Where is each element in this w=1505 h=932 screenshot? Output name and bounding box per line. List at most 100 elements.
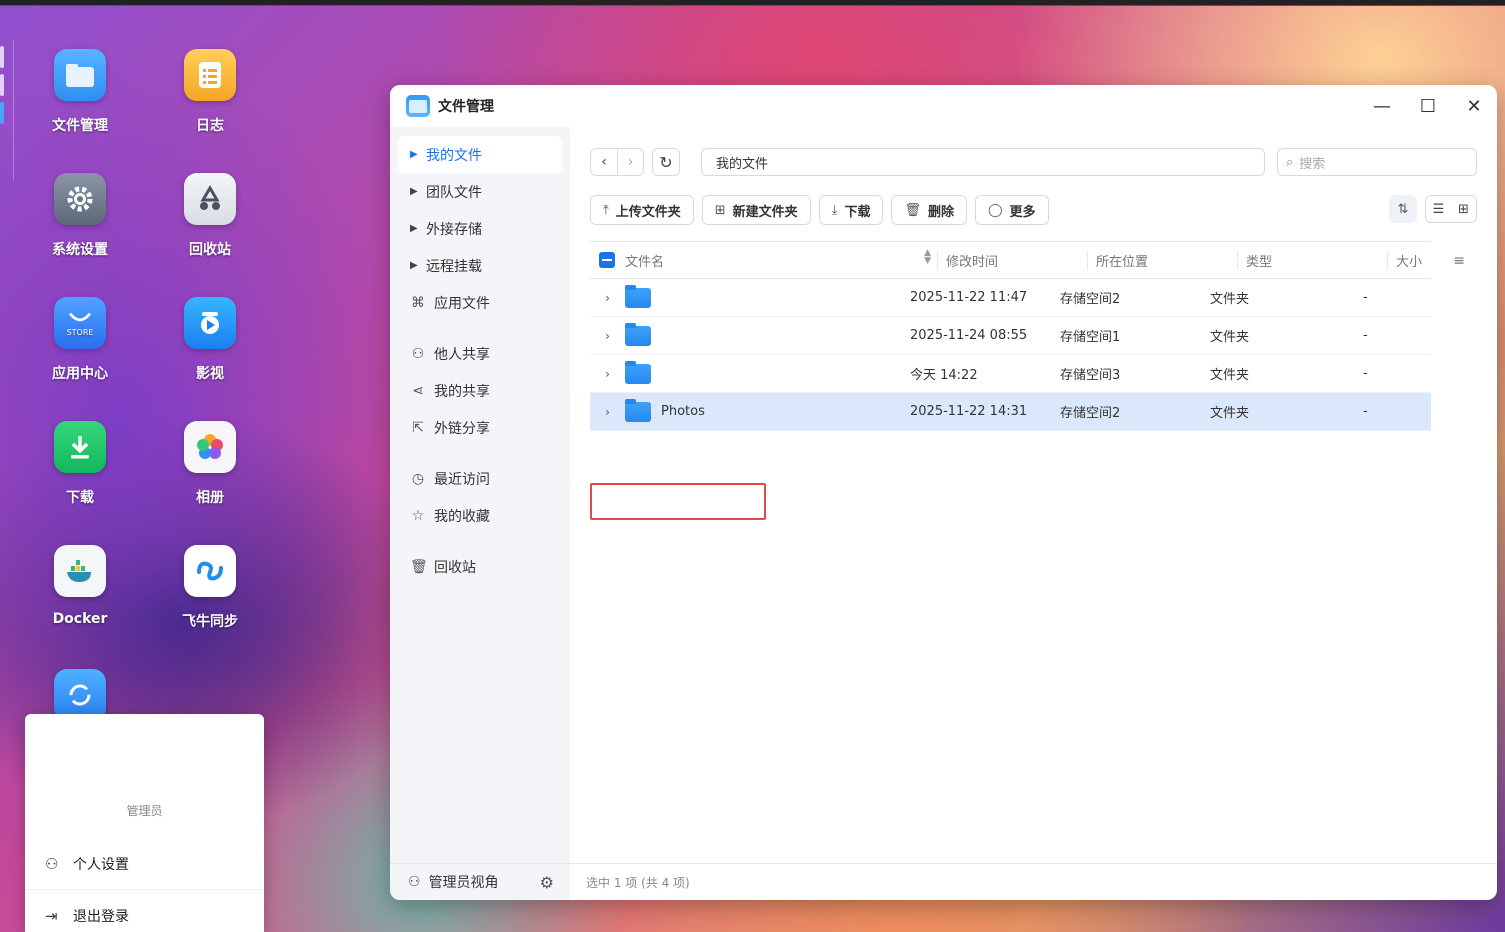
new-folder-button[interactable]: ⊞ 新建文件夹: [701, 195, 811, 225]
desktop-icon-download[interactable]: 下载: [25, 421, 135, 507]
delete-label: 删除: [927, 204, 954, 220]
folder-icon: [625, 284, 651, 308]
desktop-icon-sync[interactable]: 飞牛同步: [155, 545, 265, 631]
caret-right-icon: ▶: [410, 186, 418, 197]
maximize-button[interactable]: ☐: [1405, 85, 1451, 127]
upload-folder-button[interactable]: ⤒ 上传文件夹: [590, 195, 694, 225]
left-dock-strip[interactable]: [0, 40, 14, 180]
refresh-button[interactable]: ↻: [652, 148, 680, 176]
column-modified[interactable]: 修改时间: [937, 250, 1087, 270]
expand-chevron-icon[interactable]: ›: [590, 291, 625, 305]
sidebar-item-shared-with-me[interactable]: ⚇ 他人共享: [398, 335, 562, 372]
caret-right-icon: ▶: [410, 260, 418, 271]
table-row[interactable]: › 今天 14:22 存储空间3 文件夹 -: [590, 355, 1431, 393]
path-bar[interactable]: 我的文件: [701, 148, 1265, 176]
download-label: 下载: [844, 204, 871, 220]
gear-icon: [54, 173, 106, 225]
table-row-selected[interactable]: › Photos 2025-11-22 14:31 存储空间2 文件夹 -: [590, 393, 1431, 431]
sidebar-item-label: 我的文件: [426, 147, 482, 164]
sort-arrows-icon[interactable]: ▲ ▼: [924, 248, 931, 265]
external-link-icon: ⇱: [412, 419, 424, 436]
list-view-icon[interactable]: ☰: [1426, 196, 1451, 222]
logout-label: 退出登录: [73, 909, 129, 925]
sidebar-item-my-shares[interactable]: ⋖ 我的共享: [398, 372, 562, 409]
desktop-icon-label: 系统设置: [52, 242, 108, 258]
admin-view-toggle[interactable]: ⚇ 管理员视角 ⚙: [390, 863, 570, 900]
sidebar-item-link-shares[interactable]: ⇱ 外链分享: [398, 409, 562, 446]
new-folder-label: 新建文件夹: [732, 204, 798, 220]
store-icon: STORE: [54, 297, 106, 349]
share-icon: ⋖: [412, 382, 424, 399]
file-name: Photos: [661, 404, 705, 419]
forward-button[interactable]: ›: [617, 149, 643, 175]
file-type: 文件夹: [1210, 368, 1250, 383]
trash-icon: 🗑: [904, 202, 921, 218]
desktop-icon-log[interactable]: 日志: [155, 49, 265, 135]
desktop-icon-label: 影视: [196, 366, 224, 382]
sidebar-item-label: 他人共享: [434, 346, 490, 363]
file-size: -: [1363, 328, 1368, 343]
divider: [25, 889, 264, 890]
expand-chevron-icon[interactable]: ›: [590, 405, 625, 419]
sidebar-item-recycle-bin[interactable]: 🗑 回收站: [398, 548, 562, 585]
sidebar-item-recent[interactable]: ◷ 最近访问: [398, 460, 562, 497]
column-location[interactable]: 所在位置: [1087, 250, 1237, 270]
download-button[interactable]: ⤓ 下载: [818, 195, 884, 225]
sidebar-item-label: 应用文件: [434, 295, 490, 312]
sidebar-item-my-files[interactable]: ▶ 我的文件: [398, 136, 562, 173]
caret-right-icon: ▶: [410, 223, 418, 234]
grid-view-icon[interactable]: ⊞: [1451, 196, 1476, 222]
personal-settings-item[interactable]: ⚇ 个人设置: [45, 854, 129, 874]
sort-button[interactable]: ⇅: [1389, 195, 1417, 223]
file-modified: 今天 14:22: [910, 368, 978, 383]
desktop-icon-photos[interactable]: 相册: [155, 421, 265, 507]
personal-settings-label: 个人设置: [73, 857, 129, 873]
sidebar-item-favorites[interactable]: ☆ 我的收藏: [398, 497, 562, 534]
user-role: 管理员: [126, 804, 163, 818]
sidebar-item-app-files[interactable]: ⌘ 应用文件: [398, 284, 562, 321]
file-modified: 2025-11-22 11:47: [910, 290, 1028, 305]
select-all-checkbox[interactable]: [599, 252, 615, 268]
sidebar-item-label: 外接存储: [426, 221, 482, 238]
delete-button[interactable]: 🗑 删除: [891, 195, 967, 225]
log-icon: [184, 49, 236, 101]
sidebar-item-remote-mount[interactable]: ▶ 远程挂载: [398, 247, 562, 284]
close-button[interactable]: ✕: [1451, 85, 1497, 127]
expand-chevron-icon[interactable]: ›: [590, 367, 625, 381]
settings-gear-icon[interactable]: ⚙: [540, 873, 554, 892]
desktop-icon-video[interactable]: 影视: [155, 297, 265, 383]
table-row[interactable]: › 2025-11-22 11:47 存储空间2 文件夹 -: [590, 279, 1431, 317]
column-settings-icon[interactable]: ≡: [1453, 253, 1465, 269]
desktop-icon-recycle-bin[interactable]: 回收站: [155, 173, 265, 259]
sidebar-item-label: 外链分享: [434, 420, 490, 437]
more-button[interactable]: ◯ 更多: [974, 195, 1049, 225]
desktop-icon-label: 飞牛同步: [182, 614, 238, 630]
status-bar: 选中 1 项 (共 4 项): [570, 863, 1497, 900]
logout-item[interactable]: ⇥ 退出登录: [45, 906, 129, 926]
desktop-icon-docker[interactable]: Docker: [25, 545, 135, 627]
sidebar-item-external-storage[interactable]: ▶ 外接存储: [398, 210, 562, 247]
desktop-icon-app-center[interactable]: STORE 应用中心: [25, 297, 135, 383]
table-row[interactable]: › 2025-11-24 08:55 存储空间1 文件夹 -: [590, 317, 1431, 355]
docker-icon: [54, 545, 106, 597]
more-label: 更多: [1009, 204, 1036, 220]
desktop-icon-label: 相册: [196, 490, 224, 506]
upload-icon: ⤒: [603, 202, 609, 218]
sidebar-item-label: 最近访问: [434, 471, 490, 488]
column-size[interactable]: 大小: [1387, 250, 1431, 270]
file-size: -: [1363, 290, 1368, 305]
column-name[interactable]: 文件名 ▲ ▼: [625, 248, 937, 270]
search-input[interactable]: ⌕ 搜索: [1277, 148, 1477, 176]
desktop-icon-file-manager[interactable]: 文件管理: [25, 49, 135, 135]
desktop-icon-settings[interactable]: 系统设置: [25, 173, 135, 259]
column-type[interactable]: 类型: [1237, 250, 1387, 270]
file-manager-window: 文件管理 — ☐ ✕ ▶ 我的文件 ▶ 团队文件 ▶ 外接存储 ▶ 远程挂载 ⌘ 应用文件…: [390, 85, 1497, 900]
file-type: 文件夹: [1210, 406, 1250, 421]
expand-chevron-icon[interactable]: ›: [590, 329, 625, 343]
sidebar-item-team-files[interactable]: ▶ 团队文件: [398, 173, 562, 210]
desktop-icon-label: 文件管理: [52, 118, 108, 134]
search-icon: ⌕: [1286, 154, 1294, 170]
back-button[interactable]: ‹: [591, 149, 617, 175]
minimize-button[interactable]: —: [1359, 85, 1405, 127]
window-titlebar[interactable]: 文件管理 — ☐ ✕: [390, 85, 1497, 127]
